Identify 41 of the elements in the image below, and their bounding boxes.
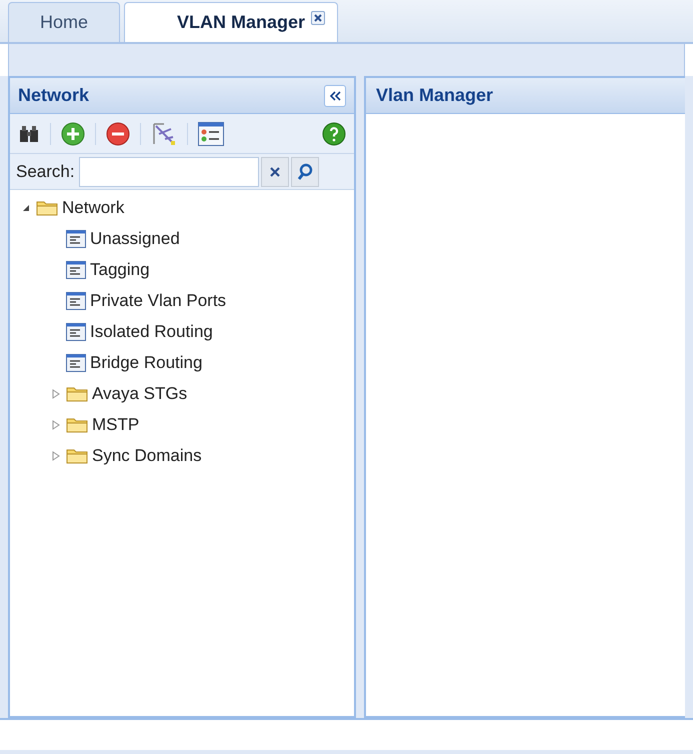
expand-arrow-icon[interactable]	[51, 388, 61, 398]
tree-item[interactable]: Network	[62, 194, 124, 220]
clear-icon	[268, 166, 281, 178]
search-button[interactable]	[290, 156, 319, 186]
list-icon[interactable]	[198, 122, 224, 146]
add-icon[interactable]	[61, 122, 85, 146]
help-icon[interactable]	[322, 122, 346, 146]
binoculars-icon[interactable]	[18, 124, 40, 144]
list-icon	[66, 230, 86, 248]
search-label: Search:	[16, 160, 75, 183]
tree-item[interactable]: Bridge Routing	[90, 350, 202, 376]
collapse-button[interactable]	[324, 84, 346, 106]
tree-item[interactable]: Private Vlan Ports	[90, 288, 226, 314]
tree-item[interactable]: Tagging	[90, 256, 150, 282]
search-icon	[296, 162, 313, 180]
folder-icon	[36, 199, 58, 216]
tab[interactable]: VLAN Manager	[124, 2, 338, 42]
list-icon	[66, 292, 86, 310]
folder-icon	[66, 385, 88, 402]
panel-title: Network	[18, 84, 90, 107]
list-icon	[66, 322, 86, 340]
tree-item[interactable]: Isolated Routing	[90, 318, 213, 344]
remove-icon[interactable]	[106, 122, 130, 146]
list-icon	[66, 354, 86, 372]
close-icon[interactable]	[311, 10, 325, 24]
folder-icon	[66, 416, 88, 433]
list-icon	[66, 260, 86, 278]
double-chevron-icon	[329, 90, 341, 100]
tree-item[interactable]: MSTP	[92, 412, 140, 438]
tab[interactable]: Home	[8, 2, 120, 42]
clear-button[interactable]	[260, 156, 289, 186]
collapse-arrow-icon[interactable]	[21, 202, 31, 212]
folder-icon	[66, 447, 88, 464]
tree-item[interactable]: Sync Domains	[92, 442, 202, 468]
tree-item[interactable]: Unassigned	[90, 226, 180, 252]
expand-arrow-icon[interactable]	[51, 450, 61, 460]
wand-icon[interactable]	[151, 120, 177, 146]
search-field[interactable]	[78, 156, 259, 186]
expand-arrow-icon[interactable]	[51, 420, 61, 430]
panel-title: Vlan Manager	[376, 84, 494, 107]
tree-item[interactable]: Avaya STGs	[92, 380, 188, 406]
